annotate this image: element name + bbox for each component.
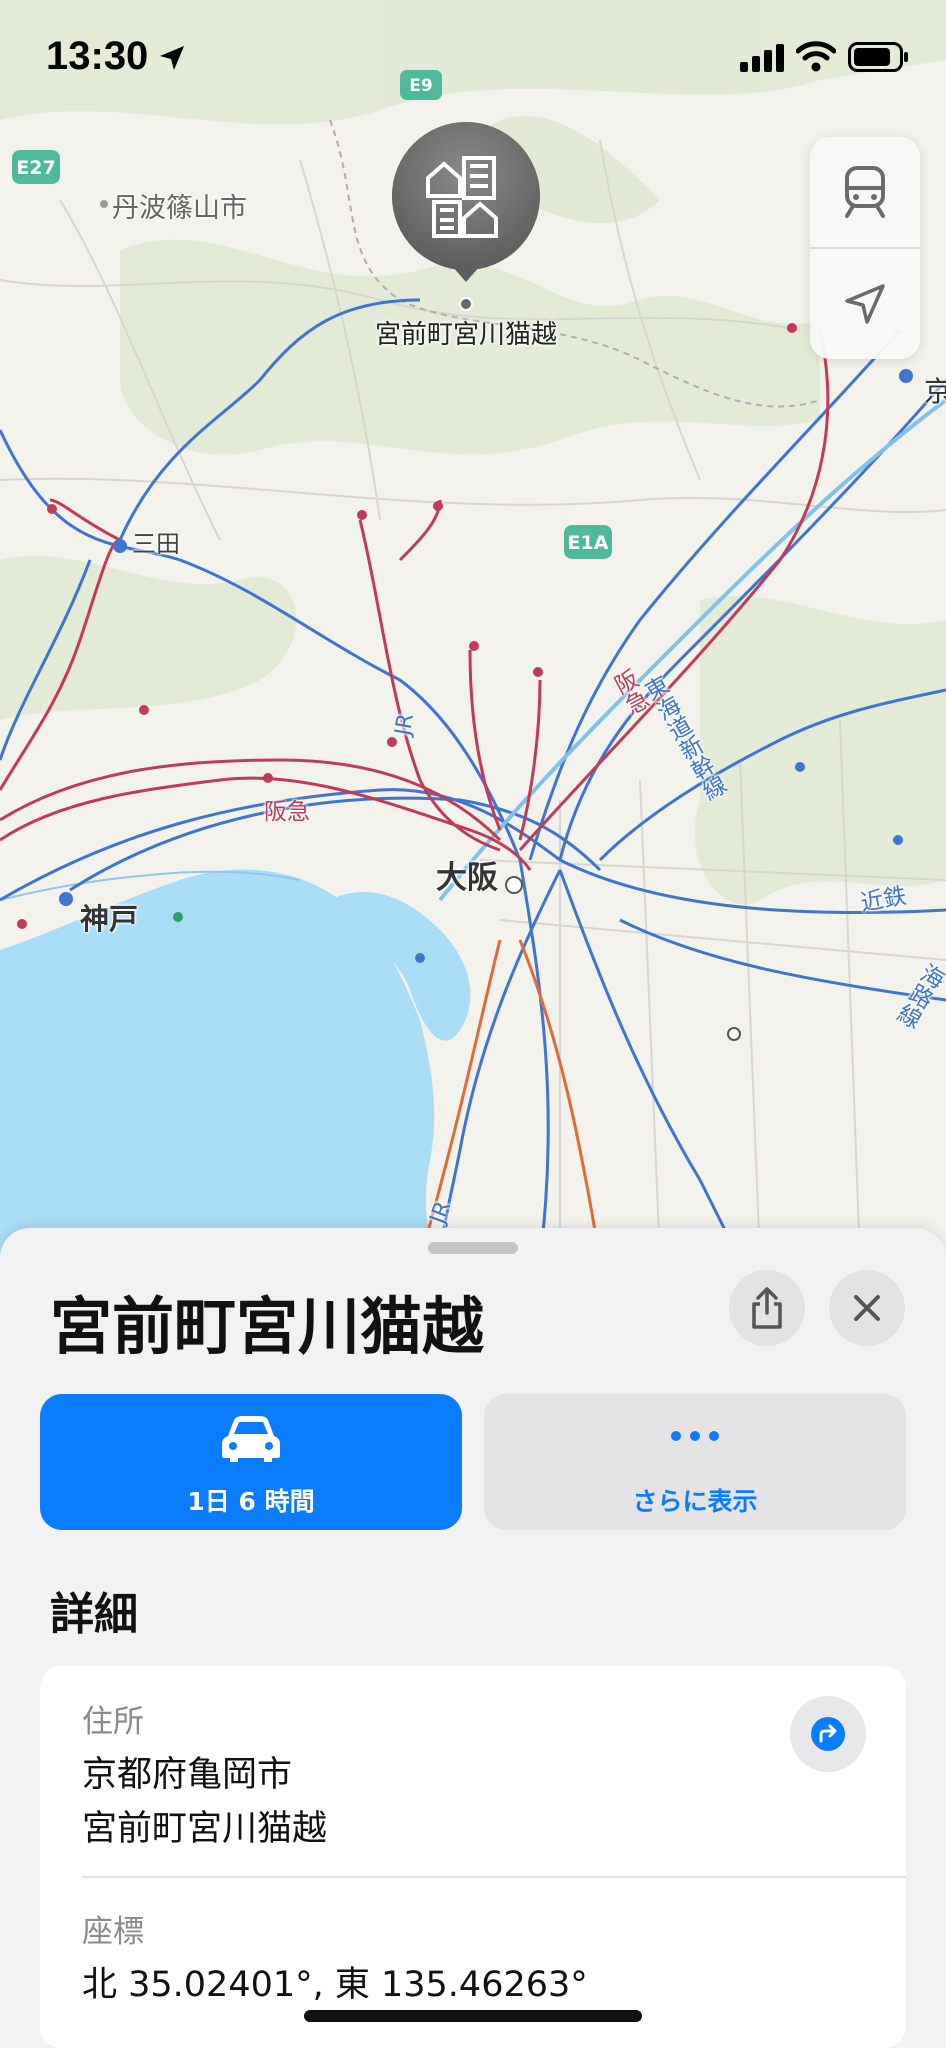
address-line-1[interactable]: 京都府亀岡市 (82, 1746, 292, 1797)
drive-time-label: 1日 6 時間 (187, 1487, 315, 1516)
map-label-sanda: 三田 (132, 530, 180, 558)
location-arrow-outline-icon (845, 284, 885, 324)
more-label: さらに表示 (632, 1487, 758, 1516)
battery-icon (848, 42, 908, 72)
e27-label: E27 (16, 157, 55, 179)
details-card: 住所 京都府亀岡市 宮前町宮川猫越 座標 北 35.02401°, 東 135.… (40, 1666, 906, 2048)
current-location-button[interactable] (810, 249, 920, 359)
status-bar: 13:30 (0, 0, 946, 120)
address-label: 住所 (82, 1704, 144, 1740)
close-icon (854, 1295, 880, 1321)
ellipsis-icon (671, 1431, 719, 1441)
transit-mode-button[interactable] (810, 137, 920, 247)
details-divider (82, 1876, 906, 1878)
map-label-hankyu: 阪急 (264, 799, 310, 825)
close-button[interactable] (829, 1270, 905, 1346)
map-label-kobe: 神戸 (80, 902, 139, 936)
car-icon (222, 1416, 280, 1462)
place-pin[interactable] (390, 122, 542, 322)
share-button[interactable] (729, 1270, 805, 1346)
more-button[interactable]: さらに表示 (484, 1394, 906, 1530)
address-line-2[interactable]: 宮前町宮川猫越 (82, 1800, 327, 1851)
share-icon (752, 1287, 782, 1329)
pin-label: 宮前町宮川猫越 (374, 320, 557, 350)
details-heading: 詳細 (50, 1589, 138, 1640)
map-label-kyo: 京 (924, 375, 946, 408)
sheet-grabber[interactable] (428, 1242, 518, 1254)
directions-drive-button[interactable]: 1日 6 時間 (40, 1394, 462, 1530)
home-indicator[interactable] (304, 2010, 642, 2022)
train-icon (845, 166, 885, 218)
status-time: 13:30 (46, 34, 149, 78)
place-sheet: 宮前町宮川猫越 1日 6 時間 さらに表示 詳細 住所 京都府亀岡市 宮前町宮川… (0, 1228, 946, 2048)
cellular-signal-icon (740, 44, 784, 72)
wifi-icon (796, 41, 836, 72)
map-controls (810, 137, 920, 359)
turn-right-arrow-icon (811, 1717, 845, 1751)
location-arrow-icon (160, 46, 184, 70)
map-label-jr: JR (390, 711, 420, 738)
map-label-osaka: 大阪 (436, 860, 498, 896)
address-directions-button[interactable] (790, 1696, 866, 1772)
map-label-tambasasayama: 丹波篠山市 (112, 193, 247, 224)
e1a-label: E1A (568, 532, 609, 554)
place-title: 宮前町宮川猫越 (50, 1290, 485, 1363)
coordinates-value[interactable]: 北 35.02401°, 東 135.46263° (82, 1956, 588, 2007)
coordinates-label: 座標 (82, 1914, 144, 1950)
